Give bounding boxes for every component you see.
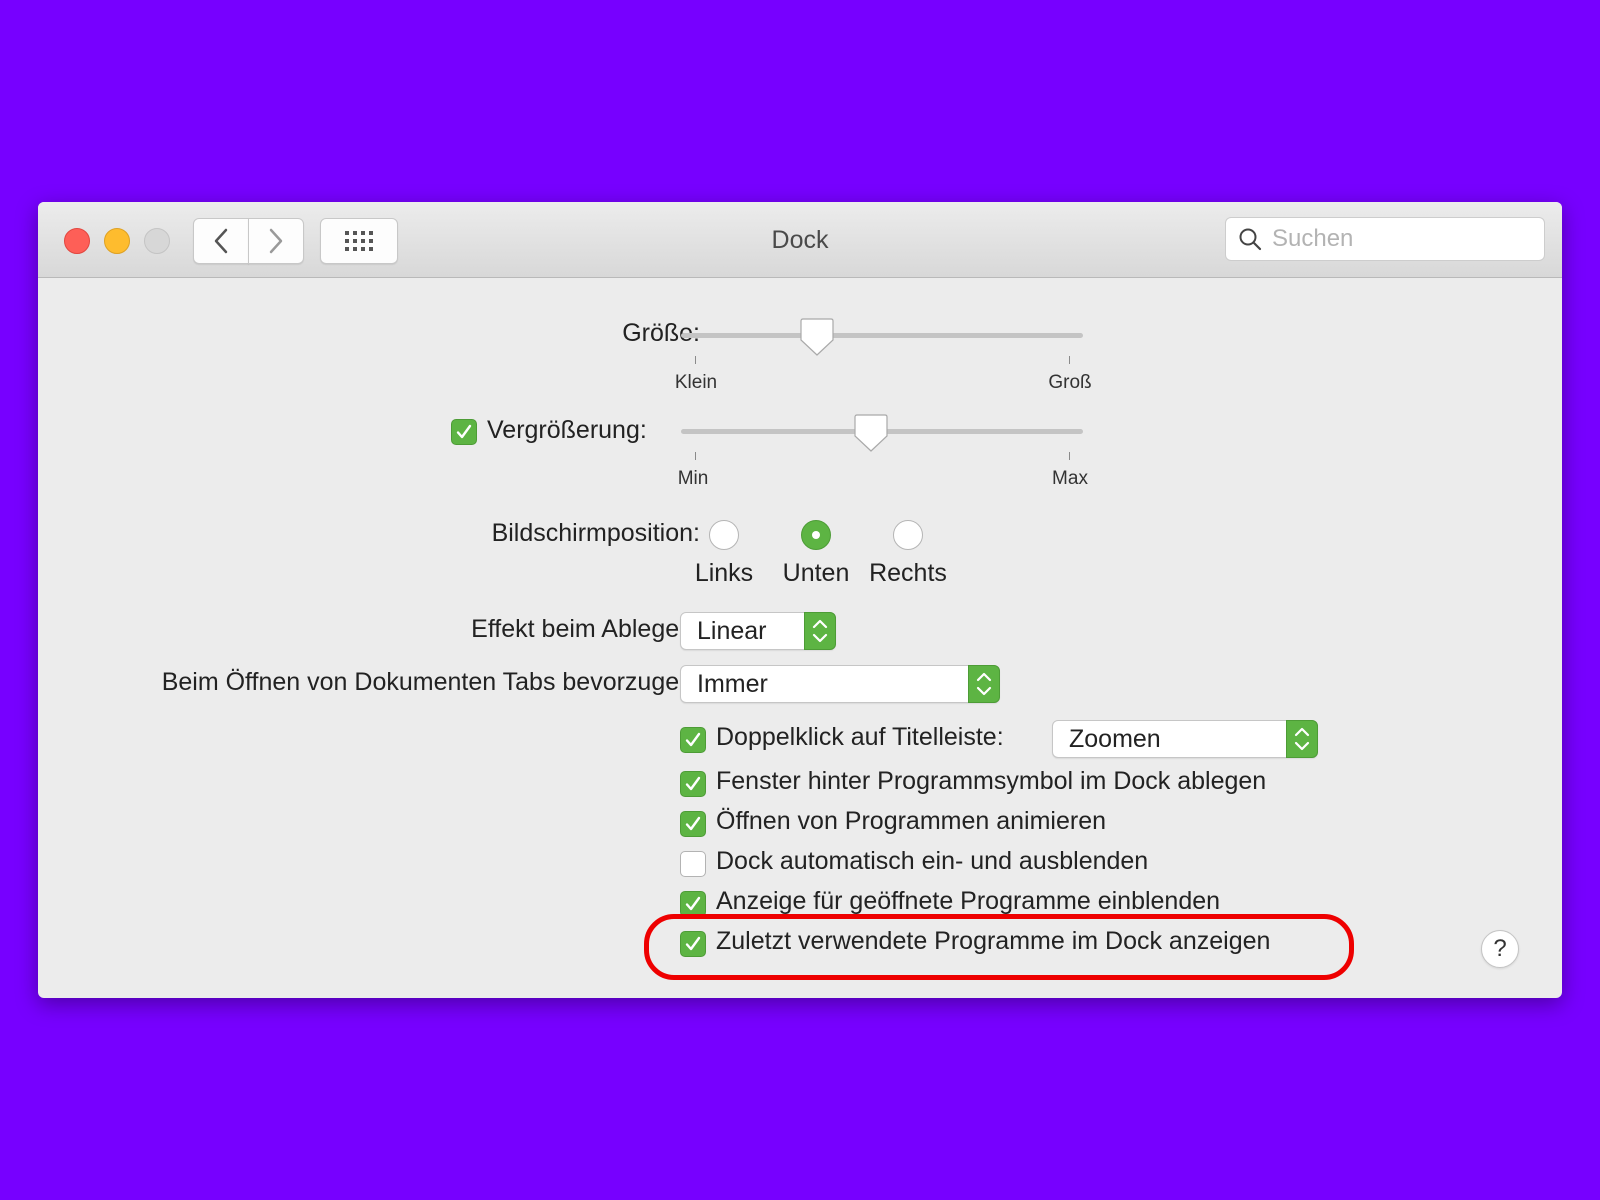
position-radio-rechts[interactable]	[893, 520, 923, 550]
minimize-into-app-icon-checkbox[interactable]	[680, 771, 706, 797]
minimize-effect-value: Linear	[697, 617, 767, 645]
size-slider-track[interactable]	[681, 333, 1083, 338]
magnification-slider-thumb[interactable]	[854, 414, 888, 452]
magnification-tick-min	[695, 452, 696, 460]
titlebar: Dock	[38, 202, 1562, 278]
prefer-tabs-value: Immer	[697, 670, 768, 698]
prefer-tabs-label: Beim Öffnen von Dokumenten Tabs bevorzug…	[161, 668, 700, 696]
checkmark-icon	[685, 896, 701, 911]
search-field[interactable]	[1225, 217, 1545, 261]
animate-opening-apps-checkbox[interactable]	[680, 811, 706, 837]
red-highlight-annotation	[644, 914, 1354, 980]
checkmark-icon	[456, 424, 472, 439]
double-click-action-popup[interactable]: Zoomen	[1052, 720, 1318, 758]
size-slider-thumb[interactable]	[800, 318, 834, 356]
position-option-rechts: Rechts	[869, 559, 947, 587]
help-button[interactable]: ?	[1481, 930, 1519, 968]
checkmark-icon	[685, 816, 701, 831]
popup-stepper-icon	[804, 612, 836, 650]
popup-stepper-icon	[1286, 720, 1318, 758]
minimize-effect-popup[interactable]: Linear	[680, 612, 836, 650]
checkmark-icon	[685, 776, 701, 791]
autohide-dock-label: Dock automatisch ein- und ausblenden	[716, 847, 1149, 875]
size-min-label: Klein	[674, 372, 718, 393]
position-option-unten: Unten	[782, 559, 850, 587]
magnification-tick-max	[1069, 452, 1070, 460]
minimize-effect-label: Effekt beim Ablegen:	[471, 615, 700, 643]
position-label: Bildschirmposition:	[491, 519, 700, 547]
magnification-label: Vergrößerung:	[487, 416, 647, 444]
search-icon	[1239, 228, 1262, 251]
autohide-dock-checkbox[interactable]	[680, 851, 706, 877]
position-option-links: Links	[694, 559, 754, 587]
animate-opening-apps-label: Öffnen von Programmen animieren	[716, 807, 1107, 835]
prefer-tabs-popup[interactable]: Immer	[680, 665, 1000, 703]
search-input[interactable]	[1270, 224, 1524, 254]
size-tick-min	[695, 356, 696, 364]
double-click-titlebar-checkbox[interactable]	[680, 727, 706, 753]
checkmark-icon	[685, 732, 701, 747]
popup-stepper-icon	[968, 665, 1000, 703]
position-radio-unten[interactable]	[801, 520, 831, 550]
size-tick-max	[1069, 356, 1070, 364]
double-click-titlebar-label: Doppelklick auf Titelleiste:	[716, 723, 1004, 751]
size-max-label: Groß	[1048, 372, 1092, 393]
magnification-checkbox[interactable]	[451, 419, 477, 445]
minimize-into-app-icon-label: Fenster hinter Programmsymbol im Dock ab…	[716, 767, 1267, 795]
magnification-min-label: Min	[677, 468, 709, 489]
position-radio-links[interactable]	[709, 520, 739, 550]
size-label: Größe:	[622, 319, 700, 347]
show-open-indicators-label: Anzeige für geöffnete Programme einblend…	[716, 887, 1221, 915]
magnification-max-label: Max	[1052, 468, 1088, 489]
double-click-action-value: Zoomen	[1069, 725, 1161, 753]
dock-preferences-window: Dock Größe: Klein Groß Vergrößerung: Min…	[38, 202, 1562, 998]
